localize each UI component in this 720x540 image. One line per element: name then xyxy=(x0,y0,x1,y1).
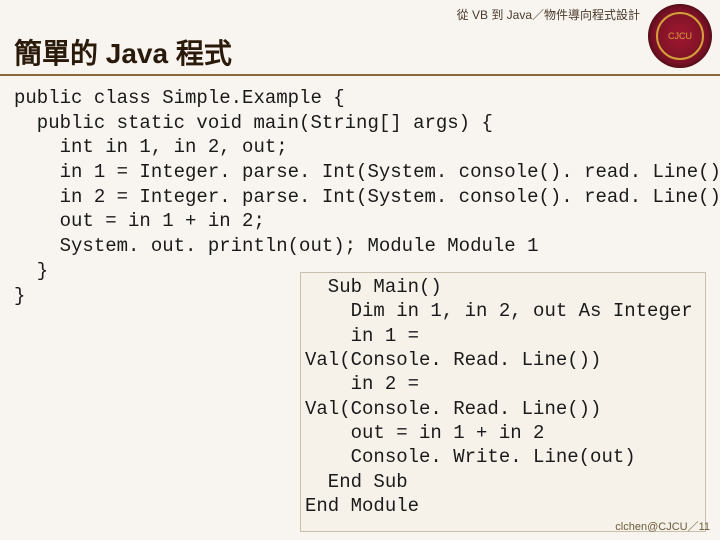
university-logo: CJCU xyxy=(648,4,712,68)
footer-text: clchen@CJCU／11 xyxy=(615,518,710,534)
slide-title: 簡單的 Java 程式 xyxy=(14,32,232,72)
breadcrumb: 從 VB 到 Java／物件導向程式設計 xyxy=(457,6,640,23)
title-divider xyxy=(0,74,720,76)
vb-code-box: Sub Main() Dim in 1, in 2, out As Intege… xyxy=(300,272,706,532)
logo-text: CJCU xyxy=(656,12,704,60)
